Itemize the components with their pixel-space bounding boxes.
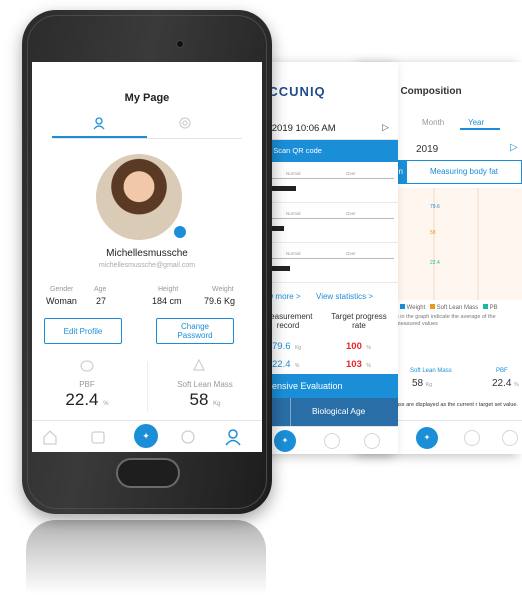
info-value: 79.6 Kg bbox=[204, 296, 236, 306]
year-label: 2019 bbox=[416, 144, 439, 155]
chart-label-weight: 79.6 bbox=[430, 204, 440, 210]
metric-divider bbox=[147, 362, 148, 412]
progress-value: 100 % bbox=[346, 341, 371, 352]
chart-legend: Weight Soft Lean Mass PB bbox=[400, 304, 498, 311]
progress-value: 103 % bbox=[346, 359, 371, 370]
muscle-icon bbox=[192, 358, 206, 372]
measure-tab-icon[interactable]: ✦ bbox=[416, 427, 438, 449]
page-title: My Page bbox=[124, 92, 170, 104]
slm-label: Soft Lean Mass bbox=[177, 380, 233, 389]
info-label: Gender bbox=[50, 286, 74, 293]
user-email: michellesmussche@gmail.com bbox=[98, 262, 196, 269]
pbf-value: 22.4 % bbox=[65, 390, 109, 409]
chart-label-slm: 58 bbox=[430, 230, 436, 236]
pbf-value: 22.4 % bbox=[492, 378, 519, 389]
chart-tab-icon[interactable] bbox=[180, 429, 196, 445]
measure-tab-icon[interactable]: ✦ bbox=[274, 430, 296, 452]
profile-tab-icon[interactable] bbox=[224, 428, 242, 446]
legend-pbf: PB bbox=[489, 305, 498, 311]
biological-age-tab[interactable]: Biological Age bbox=[312, 406, 365, 416]
chart-tab-icon[interactable] bbox=[464, 430, 480, 446]
profile-tab-icon[interactable] bbox=[364, 433, 380, 449]
info-label: Weight bbox=[212, 286, 234, 293]
pbf-icon bbox=[80, 358, 94, 372]
info-value: 184 cm bbox=[152, 296, 182, 306]
avatar[interactable] bbox=[96, 154, 182, 240]
chart-label-pbf: 22.4 bbox=[430, 260, 440, 266]
change-password-button[interactable]: Change Password bbox=[156, 318, 234, 344]
tab-year[interactable]: Year bbox=[468, 118, 484, 127]
home-button[interactable] bbox=[116, 458, 180, 488]
view-statistics-link[interactable]: View statistics > bbox=[316, 292, 373, 301]
next-arrow-icon[interactable]: ▷ bbox=[510, 142, 518, 153]
date-next-icon[interactable]: ▷ bbox=[382, 122, 389, 133]
edit-profile-button[interactable]: Edit Profile bbox=[44, 318, 122, 344]
edit-photo-icon[interactable] bbox=[172, 224, 188, 240]
tab-bar: ✦ bbox=[32, 420, 262, 452]
legend-weight: Weight bbox=[406, 305, 426, 311]
slm-label: Soft Lean Mass bbox=[410, 368, 452, 374]
segment-measuring-body-fat[interactable]: Measuring body fat bbox=[406, 160, 522, 184]
user-name: Michellesmussche bbox=[106, 248, 188, 259]
info-label: Height bbox=[158, 286, 179, 293]
tab-active-indicator bbox=[52, 136, 147, 138]
slm-value: 58 Kg bbox=[412, 378, 433, 389]
chart-tab-icon[interactable] bbox=[324, 433, 340, 449]
record-value: 79.6 Kg bbox=[272, 341, 302, 352]
info-value: Woman bbox=[46, 296, 77, 306]
col-target-progress: Target progress rate bbox=[331, 312, 387, 330]
tab-divider bbox=[52, 138, 242, 139]
info-label: Age bbox=[94, 286, 107, 293]
record-value: 22.4 % bbox=[272, 359, 300, 370]
legend-slm: Soft Lean Mass bbox=[436, 305, 479, 311]
tab-month[interactable]: Month bbox=[422, 118, 444, 127]
home-tab-icon[interactable] bbox=[42, 429, 58, 445]
report-tab-icon[interactable] bbox=[90, 429, 106, 445]
slm-value: 58 Kg bbox=[189, 390, 221, 409]
footnote: ass are displayed as the current r targe… bbox=[396, 402, 518, 408]
settings-tab-icon[interactable] bbox=[178, 116, 192, 130]
pbf-label: PBF bbox=[79, 380, 95, 389]
scan-qr-label: Scan QR code bbox=[273, 146, 322, 155]
measure-tab-icon[interactable]: ✦ bbox=[134, 424, 158, 448]
profile-tab-icon[interactable] bbox=[502, 430, 518, 446]
chart-note: s in the graph indicate the average of t… bbox=[396, 314, 496, 327]
my-page-screen: My Page Michellesmussche michellesmussch… bbox=[32, 62, 262, 452]
info-value: 27 bbox=[96, 296, 107, 306]
camera-icon bbox=[176, 40, 184, 48]
phone-reflection bbox=[26, 520, 266, 608]
person-tab-icon[interactable] bbox=[92, 116, 106, 130]
pbf-label: PBF bbox=[496, 368, 508, 374]
tab-underline bbox=[460, 128, 500, 130]
